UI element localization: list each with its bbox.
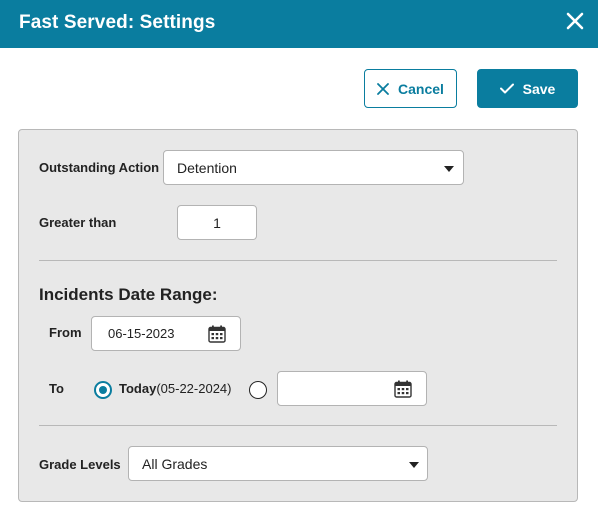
outstanding-action-label: Outstanding Action [39, 160, 160, 175]
today-date: (05-22-2024) [156, 381, 232, 396]
cancel-label: Cancel [398, 80, 444, 97]
to-date-input[interactable] [277, 371, 427, 406]
outstanding-action-select[interactable]: Detention [163, 150, 464, 185]
dropdown-caret-icon [409, 462, 419, 468]
from-date-value: 06-15-2023 [108, 326, 175, 341]
calendar-icon[interactable] [394, 380, 412, 398]
today-label: Today [119, 381, 157, 396]
x-icon [377, 82, 389, 95]
date-range-title: Incidents Date Range: [39, 285, 218, 304]
divider [39, 260, 557, 261]
grade-levels-label: Grade Levels [39, 457, 121, 472]
today-option-label: Today(05-22-2024) [119, 381, 231, 396]
greater-than-value: 1 [213, 215, 221, 231]
custom-date-radio[interactable] [249, 381, 267, 399]
save-label: Save [522, 80, 556, 97]
dropdown-caret-icon [444, 166, 454, 172]
calendar-icon[interactable] [208, 325, 226, 343]
checkmark-icon [499, 83, 514, 94]
close-icon[interactable] [562, 10, 586, 34]
grade-levels-value: All Grades [142, 456, 208, 472]
from-date-input[interactable]: 06-15-2023 [91, 316, 241, 351]
grade-levels-select[interactable]: All Grades [128, 446, 428, 481]
settings-panel: Outstanding Action Detention Greater tha… [18, 129, 578, 502]
dialog-header: Fast Served: Settings [0, 0, 598, 48]
greater-than-label: Greater than [39, 215, 117, 230]
cancel-button[interactable]: Cancel [364, 69, 457, 108]
to-label: To [49, 381, 64, 396]
save-button[interactable]: Save [477, 69, 578, 108]
today-radio[interactable] [94, 381, 112, 399]
divider [39, 425, 557, 426]
outstanding-action-value: Detention [177, 160, 237, 176]
dialog-title: Fast Served: Settings [19, 12, 216, 33]
greater-than-input[interactable]: 1 [177, 205, 257, 240]
from-label: From [49, 325, 82, 340]
